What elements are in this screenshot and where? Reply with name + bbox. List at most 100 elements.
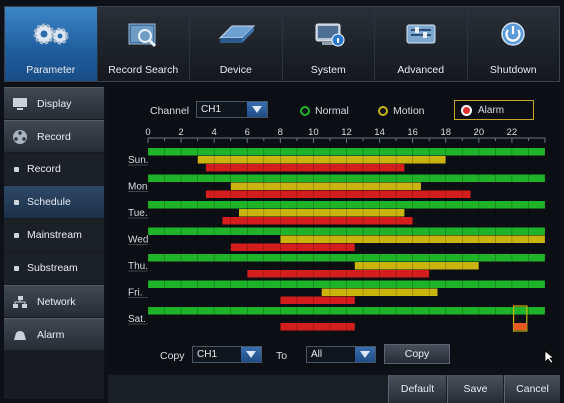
copy-to-value: All	[311, 349, 323, 360]
alarm-icon	[11, 327, 29, 343]
save-button[interactable]: Save	[447, 375, 503, 403]
hour-tick-label: 0	[145, 127, 150, 138]
legend-motion-label: Motion	[393, 105, 425, 117]
motion-radio-icon	[378, 106, 388, 116]
copy-from-value: CH1	[197, 349, 218, 360]
footer-bar: Default Save Cancel	[108, 375, 560, 403]
alarm-segment	[280, 296, 355, 304]
sidebar-item-label: Substream	[27, 262, 78, 274]
sidebar-item-network[interactable]: Network	[4, 285, 104, 317]
sidebar-item-label: Display	[37, 97, 72, 110]
bullet-icon	[14, 265, 19, 271]
sidebar-item-mainstream[interactable]: Mainstream	[4, 219, 104, 251]
hard-drive-icon	[214, 19, 258, 49]
day-label: Tue.	[128, 208, 148, 219]
sidebar-item-record[interactable]: Record	[4, 120, 104, 152]
channel-value: CH1	[201, 104, 222, 115]
hour-tick-label: 6	[245, 127, 250, 138]
nav-label: Advanced	[397, 64, 445, 76]
hour-tick-label: 22	[507, 127, 518, 138]
day-label: Wed	[128, 235, 148, 246]
legend-normal-label: Normal	[315, 105, 349, 117]
chevron-down-icon	[241, 347, 261, 362]
record-reel-icon	[11, 129, 29, 145]
chevron-down-icon	[355, 347, 375, 362]
to-label: To	[276, 350, 288, 362]
monitor-info-icon	[306, 19, 350, 49]
cancel-button[interactable]: Cancel	[504, 375, 560, 403]
sidebar-item-label: Record	[27, 163, 61, 175]
nav-system[interactable]: System	[283, 7, 375, 81]
day-label: Thu.	[128, 261, 148, 272]
nav-device[interactable]: Device	[190, 7, 283, 81]
sidebar-item-label: Alarm	[37, 328, 65, 341]
alarm-radio-icon	[461, 104, 472, 116]
nav-label: Device	[219, 64, 252, 76]
legend-normal[interactable]: Normal	[300, 105, 349, 117]
sidebar-item-label: Mainstream	[27, 229, 82, 241]
nav-label: Parameter	[26, 64, 76, 76]
network-icon	[11, 294, 29, 310]
day-label: Sat.	[128, 314, 146, 325]
sidebar-item-record-sub[interactable]: Record	[4, 153, 104, 185]
top-navigation: Parameter Record Search Device System Ad…	[4, 6, 560, 82]
legend-motion[interactable]: Motion	[378, 105, 425, 117]
day-label: Mon	[128, 182, 147, 193]
alarm-segment	[205, 190, 471, 198]
motion-segment	[354, 262, 479, 270]
copy-label: Copy	[160, 350, 185, 362]
alarm-segment	[222, 217, 413, 225]
nav-record-search[interactable]: Record Search	[98, 7, 190, 81]
hour-tick-label: 10	[308, 127, 319, 138]
sidebar: Display Record Record Schedule Mainstrea…	[4, 87, 104, 399]
copy-from-select[interactable]: CH1	[192, 346, 262, 363]
bullet-icon	[14, 166, 19, 172]
default-button[interactable]: Default	[388, 375, 446, 403]
hour-tick-label: 18	[440, 127, 451, 138]
power-icon	[491, 19, 535, 49]
hour-tick-label: 4	[212, 127, 217, 138]
alarm-segment	[230, 243, 355, 251]
sidebar-item-label: Schedule	[27, 196, 71, 208]
sidebar-item-alarm[interactable]: Alarm	[4, 318, 104, 350]
normal-radio-icon	[300, 106, 310, 116]
sidebar-item-substream[interactable]: Substream	[4, 252, 104, 284]
hour-tick-label: 20	[474, 127, 485, 138]
alarm-segment	[280, 323, 355, 331]
motion-segment	[230, 182, 421, 190]
legend-alarm-label: Alarm	[478, 104, 505, 116]
channel-label: Channel	[150, 105, 190, 117]
hour-tick-label: 16	[407, 127, 418, 138]
hour-tick-label: 14	[374, 127, 385, 138]
hour-tick-label: 2	[178, 127, 183, 138]
film-search-icon	[121, 19, 165, 49]
mouse-cursor-icon	[544, 350, 556, 364]
nav-parameter[interactable]: Parameter	[5, 7, 98, 81]
chevron-down-icon	[247, 102, 267, 117]
hour-tick-label: 12	[341, 127, 352, 138]
channel-select[interactable]: CH1	[196, 101, 268, 118]
nav-label: Record Search	[108, 64, 179, 76]
alarm-segment	[205, 164, 405, 172]
cell-cursor-fill	[513, 323, 527, 330]
nav-advanced[interactable]: Advanced	[375, 7, 468, 81]
settings-panel-icon	[399, 19, 443, 49]
schedule-grid[interactable]: 0 2 4 6 8 10 12 14 16 18 20 22 Sun. Mon Tue. Wed Thu. Fri…	[108, 124, 560, 334]
nav-shutdown[interactable]: Shutdown	[468, 7, 560, 81]
copy-to-select[interactable]: All	[306, 346, 376, 363]
display-icon	[11, 96, 29, 112]
bullet-icon	[14, 232, 19, 238]
hour-tick-label: 8	[278, 127, 283, 138]
day-label: Sun.	[128, 155, 149, 166]
day-label: Fri.	[128, 288, 142, 299]
sidebar-item-display[interactable]: Display	[4, 87, 104, 119]
copy-button[interactable]: Copy	[384, 344, 450, 364]
sidebar-item-label: Network	[37, 295, 76, 308]
legend-alarm[interactable]: Alarm	[454, 100, 534, 120]
bullet-icon	[14, 199, 19, 205]
sidebar-item-schedule[interactable]: Schedule	[4, 186, 104, 218]
nav-label: Shutdown	[489, 64, 537, 76]
gear-icon	[29, 19, 73, 49]
alarm-segment	[247, 270, 430, 278]
motion-segment	[197, 156, 446, 164]
